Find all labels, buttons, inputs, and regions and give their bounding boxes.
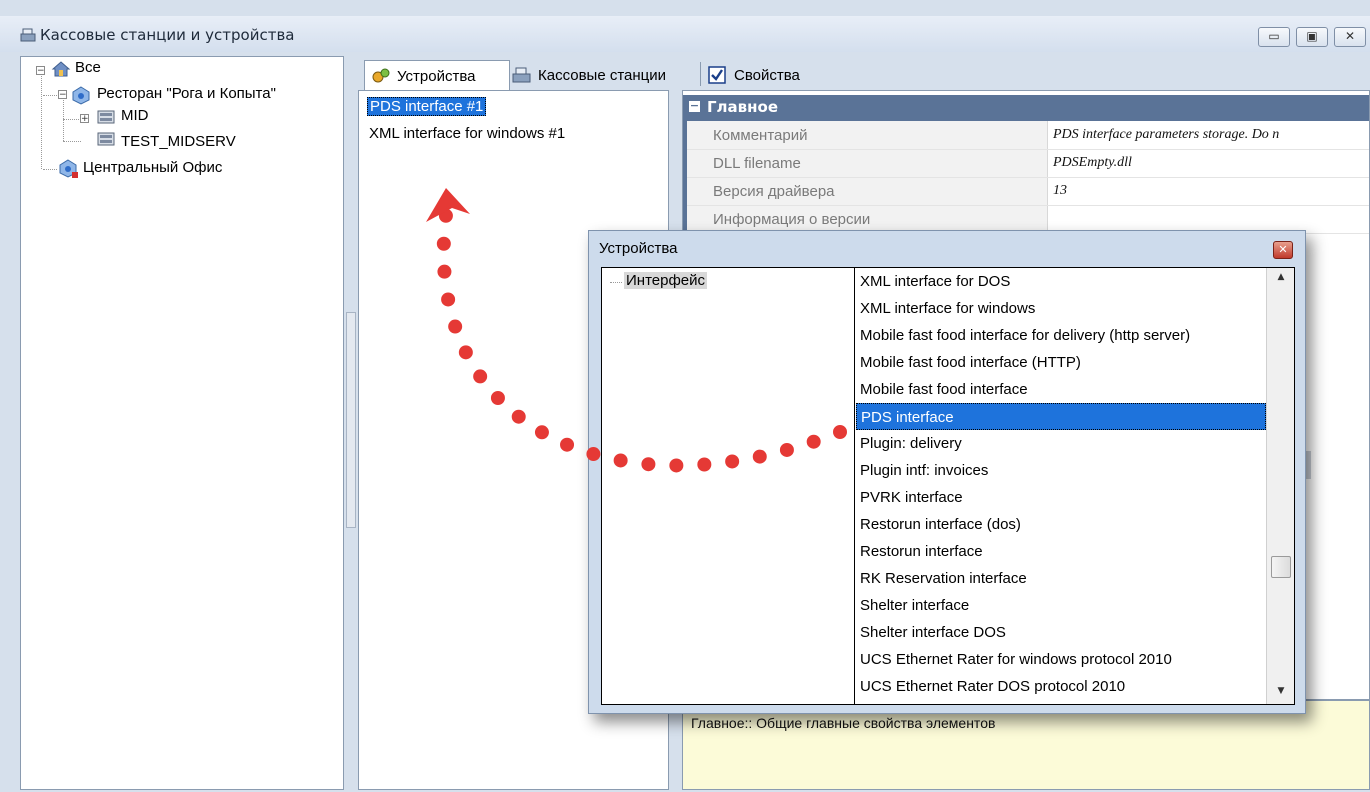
splitter-handle[interactable] (346, 312, 356, 528)
section-title: Главное (707, 98, 779, 116)
maximize-button[interactable]: ▣ (1296, 27, 1328, 47)
interface-option[interactable]: Restorun interface (dos) (856, 511, 1266, 538)
minimize-button[interactable]: ▭ (1258, 27, 1290, 47)
interface-option[interactable]: Shelter interface (856, 592, 1266, 619)
interface-option[interactable]: Plugin: delivery (856, 430, 1266, 457)
collapse-toggle[interactable]: − (58, 90, 67, 100)
property-row[interactable]: Версия драйвера 13 (687, 177, 1369, 206)
server-icon (97, 110, 115, 124)
interface-option[interactable]: UCS Ethernet Rater DOS protocol 2010 (856, 673, 1266, 700)
interface-list: XML interface for DOS XML interface for … (856, 268, 1266, 704)
close-button[interactable]: ✕ (1334, 27, 1366, 47)
device-item[interactable]: XML interface for windows #1 (369, 125, 565, 142)
description-text: Главное:: Общие главные свойства элемент… (691, 715, 996, 731)
category-item[interactable]: Интерфейс (624, 272, 708, 289)
restaurant-icon (72, 86, 90, 105)
interface-option[interactable]: XML interface for windows (856, 295, 1266, 322)
tab-label: Кассовые станции (538, 66, 667, 84)
scroll-thumb[interactable] (1271, 556, 1291, 578)
property-row[interactable]: DLL filename PDSEmpty.dll (687, 149, 1369, 178)
collapse-toggle[interactable]: − (36, 66, 45, 76)
interface-option[interactable]: Plugin intf: invoices (856, 457, 1266, 484)
interface-option[interactable]: XML interface for DOS (856, 268, 1266, 295)
tree-item-mid[interactable]: MID (121, 107, 149, 124)
window-title: Кассовые станции и устройства (40, 26, 295, 44)
tab-label: Свойства (734, 66, 800, 84)
server-icon (97, 132, 115, 146)
cash-register-icon (512, 67, 531, 83)
interface-option-selected[interactable]: PDS interface (856, 403, 1266, 430)
app-window: Кассовые станции и устройства ▭ ▣ ✕ − Вс… (0, 0, 1370, 792)
scroll-up-arrow[interactable]: ▲ (1267, 272, 1294, 282)
tree-item-test-midserv[interactable]: TEST_MIDSERV (121, 133, 236, 150)
tree-item-all[interactable]: Все (75, 59, 101, 76)
tab-properties[interactable]: Свойства (708, 60, 828, 90)
tree-item-central-office[interactable]: Центральный Офис (83, 159, 222, 176)
devices-dialog: Устройства ✕ Интерфейс XML interface for… (588, 230, 1306, 714)
interface-option[interactable]: RK Reservation interface (856, 565, 1266, 592)
checkbox-icon (708, 66, 726, 84)
property-row[interactable]: Комментарий PDS interface parameters sto… (687, 121, 1369, 150)
tree-panel: − Все − Ресторан "Рога и Копыта" + MID T… (20, 56, 344, 790)
office-icon (59, 159, 78, 178)
interface-option[interactable]: Mobile fast food interface (HTTP) (856, 349, 1266, 376)
device-item-selected[interactable]: PDS interface #1 (367, 97, 487, 116)
expand-toggle[interactable]: + (80, 114, 89, 124)
dialog-title: Устройства (599, 240, 678, 257)
interface-option[interactable]: Mobile fast food interface for delivery … (856, 322, 1266, 349)
interface-option[interactable]: PVRK interface (856, 484, 1266, 511)
tab-label: Устройства (397, 67, 476, 85)
tab-devices[interactable]: Устройства (364, 60, 510, 91)
interface-option[interactable]: UCS Ethernet Rater for windows protocol … (856, 646, 1266, 673)
list-scrollbar[interactable]: ▲ ▼ (1266, 268, 1294, 704)
devices-icon (372, 68, 390, 83)
category-tree: Интерфейс (602, 268, 855, 704)
collapse-icon: − (689, 99, 700, 112)
home-icon (51, 61, 71, 77)
interface-option[interactable]: Mobile fast food interface (856, 376, 1266, 403)
section-header[interactable]: − Главное (683, 95, 1369, 121)
dialog-close-button[interactable]: ✕ (1273, 241, 1293, 259)
tree-item-restaurant[interactable]: Ресторан "Рога и Копыта" (97, 85, 276, 102)
tab-cash-stations[interactable]: Кассовые станции (512, 60, 700, 90)
scroll-down-arrow[interactable]: ▼ (1267, 686, 1294, 696)
interface-option[interactable]: Shelter interface DOS (856, 619, 1266, 646)
interface-option[interactable]: Restorun interface (856, 538, 1266, 565)
dialog-body: Интерфейс XML interface for DOS XML inte… (601, 267, 1295, 705)
cash-register-icon (20, 28, 36, 42)
